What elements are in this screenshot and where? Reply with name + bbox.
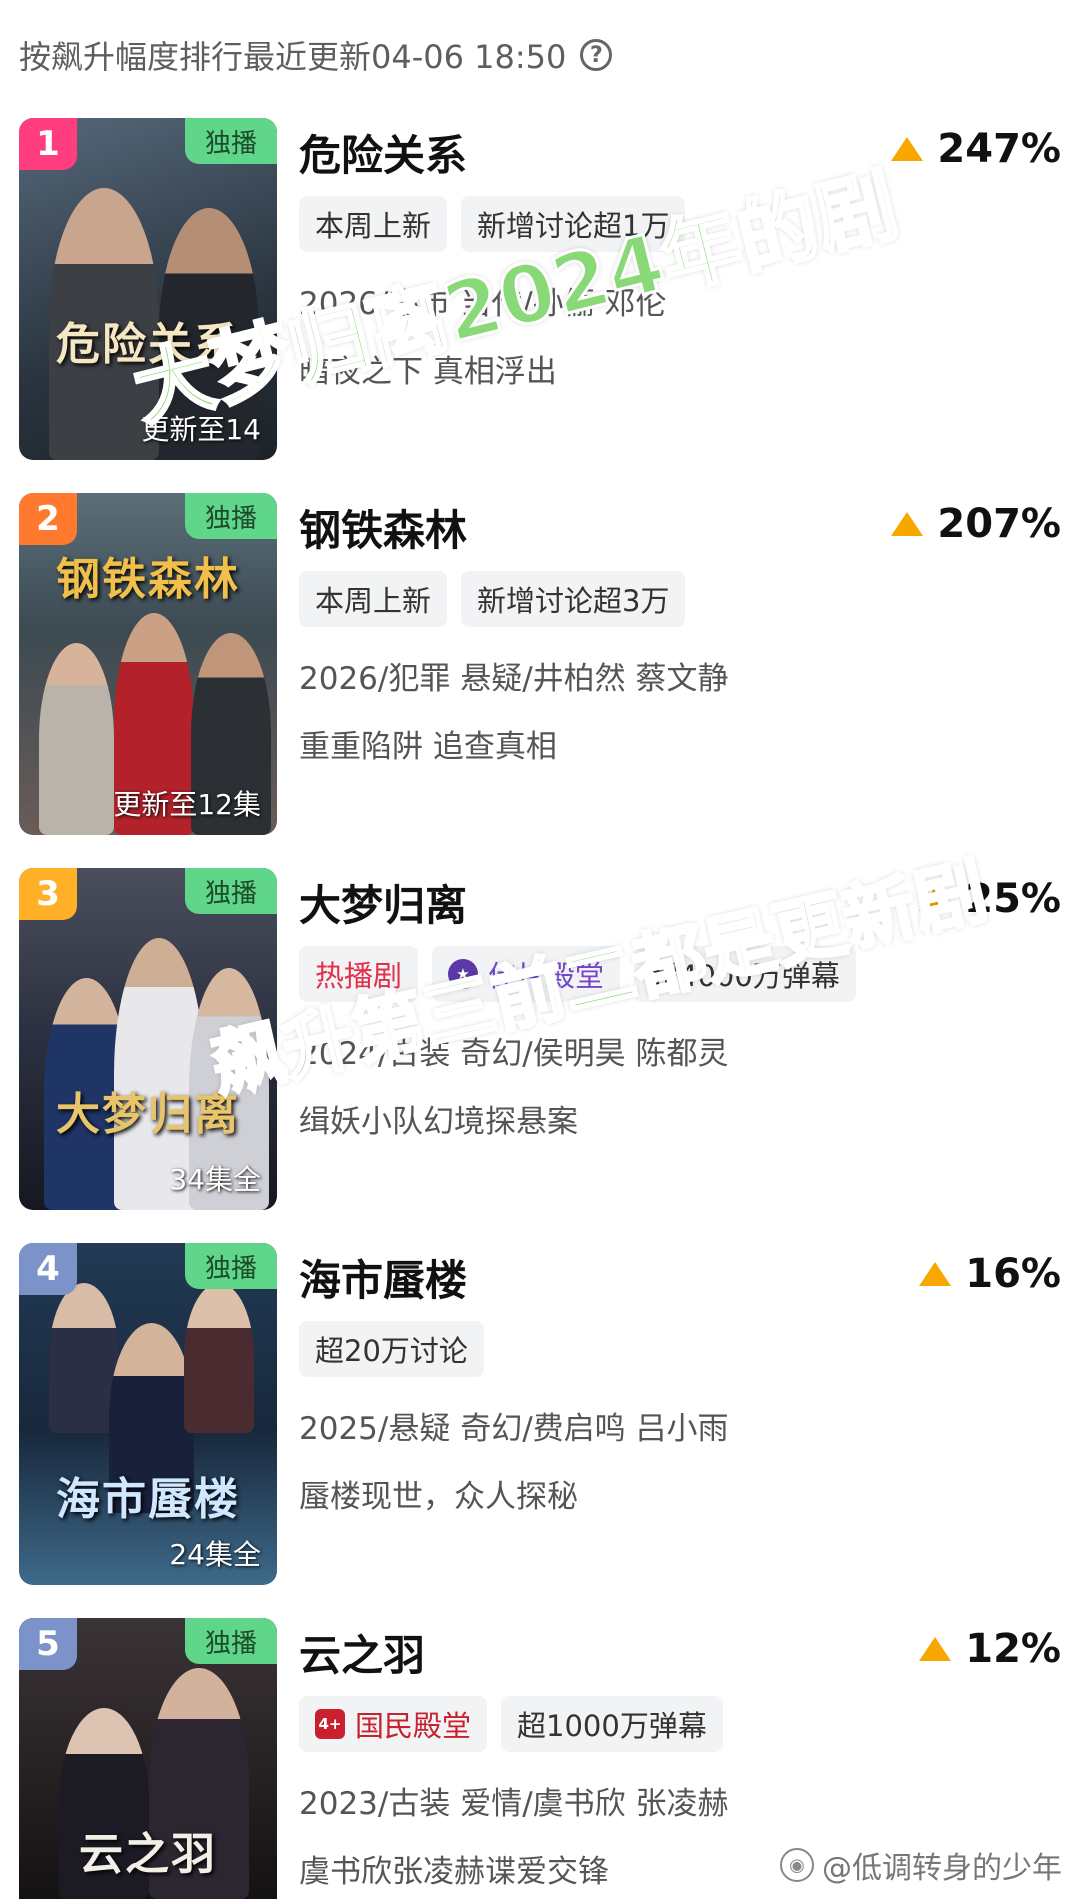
tag-label: 国民殿堂	[355, 1709, 472, 1743]
show-title[interactable]: 海市蜃楼	[299, 1247, 467, 1308]
show-title[interactable]: 钢铁森林	[299, 497, 467, 558]
tag[interactable]: 超20万讨论	[299, 1321, 484, 1377]
poster-figure	[39, 643, 114, 835]
rise-value: 207%	[937, 501, 1061, 547]
list-item[interactable]: 海市蜃楼 24集全 4 独播 海市蜃楼 16% 超20万讨论 2025/悬疑 奇…	[19, 1243, 1061, 1588]
poster-title: 海市蜃楼	[56, 1474, 240, 1525]
episode-count: 更新至12集	[113, 788, 261, 821]
weibo-icon: ◉	[780, 1848, 814, 1882]
rise-percentage: 207%	[891, 501, 1061, 547]
tag-row: 4+ 国民殿堂 超1000万弹幕	[299, 1696, 737, 1752]
poster-image[interactable]: 云之羽 5 独播	[19, 1618, 277, 1899]
rise-value: 247%	[937, 126, 1061, 172]
ranking-header-text: 按飙升幅度排行最近更新04-06 18:50	[19, 38, 567, 76]
episode-count: 34集全	[169, 1163, 261, 1196]
poster-title: 云之羽	[79, 1829, 217, 1880]
tag[interactable]: 本周上新	[299, 196, 448, 252]
hall-badge-icon: 4+	[315, 1709, 345, 1739]
show-description: 缉妖小队幻境探悬案	[299, 1104, 578, 1140]
rise-percentage: 16%	[919, 1251, 1061, 1297]
tag-row: 本周上新 新增讨论超3万	[299, 571, 699, 627]
rank-badge: 5	[19, 1618, 77, 1670]
show-description: 蜃楼现世，众人探秘	[299, 1479, 578, 1515]
show-description: 虞书欣张凌赫谍爱交锋	[299, 1854, 609, 1890]
rank-badge: 2	[19, 493, 77, 545]
rise-up-icon	[891, 137, 924, 161]
exclusive-badge: 独播	[185, 1618, 277, 1664]
rank-badge: 1	[19, 118, 77, 170]
exclusive-badge: 独播	[185, 868, 277, 914]
ranking-header: 按飙升幅度排行最近更新04-06 18:50 ?	[19, 30, 613, 80]
show-meta: 2025/悬疑 奇幻/费启鸣 吕小雨	[299, 1411, 729, 1447]
show-description: 重重陷阱 追查真相	[299, 729, 557, 765]
poster-figure	[184, 1283, 254, 1433]
watermark-text: @低调转身的少年	[822, 1851, 1062, 1886]
episode-count: 24集全	[169, 1538, 261, 1571]
poster-image[interactable]: 海市蜃楼 24集全 4 独播	[19, 1243, 277, 1585]
rise-up-icon	[919, 1262, 952, 1286]
rise-percentage: 247%	[891, 126, 1061, 172]
show-title[interactable]: 大梦归离	[299, 872, 467, 933]
poster-title: 钢铁森林	[56, 554, 240, 605]
watermark: ◉ @低调转身的少年	[780, 1843, 1062, 1887]
exclusive-badge: 独播	[185, 493, 277, 539]
exclusive-badge: 独播	[185, 118, 277, 164]
tag[interactable]: 本周上新	[299, 571, 448, 627]
tag-row: 超20万讨论	[299, 1321, 498, 1377]
poster-image[interactable]: 钢铁森林 更新至12集 2 独播	[19, 493, 277, 835]
rise-value: 12%	[965, 1626, 1061, 1672]
tag[interactable]: 新增讨论超3万	[461, 571, 686, 627]
tag-national-hall[interactable]: 4+ 国民殿堂	[299, 1696, 488, 1752]
rank-badge: 3	[19, 868, 77, 920]
rise-up-icon	[919, 1637, 952, 1661]
show-title[interactable]: 危险关系	[299, 122, 467, 183]
help-icon[interactable]: ?	[580, 39, 613, 71]
rise-up-icon	[891, 512, 924, 536]
tag[interactable]: 超1000万弹幕	[501, 1696, 723, 1752]
rise-value: 16%	[965, 1251, 1061, 1297]
list-item[interactable]: 钢铁森林 更新至12集 2 独播 钢铁森林 207% 本周上新 新增讨论超3万 …	[19, 493, 1061, 838]
show-title[interactable]: 云之羽	[299, 1622, 425, 1683]
rise-percentage: 12%	[919, 1626, 1061, 1672]
show-meta: 2023/古装 爱情/虞书欣 张凌赫	[299, 1786, 729, 1822]
exclusive-badge: 独播	[185, 1243, 277, 1289]
rank-badge: 4	[19, 1243, 77, 1295]
show-meta: 2026/犯罪 悬疑/井柏然 蔡文静	[299, 661, 729, 697]
